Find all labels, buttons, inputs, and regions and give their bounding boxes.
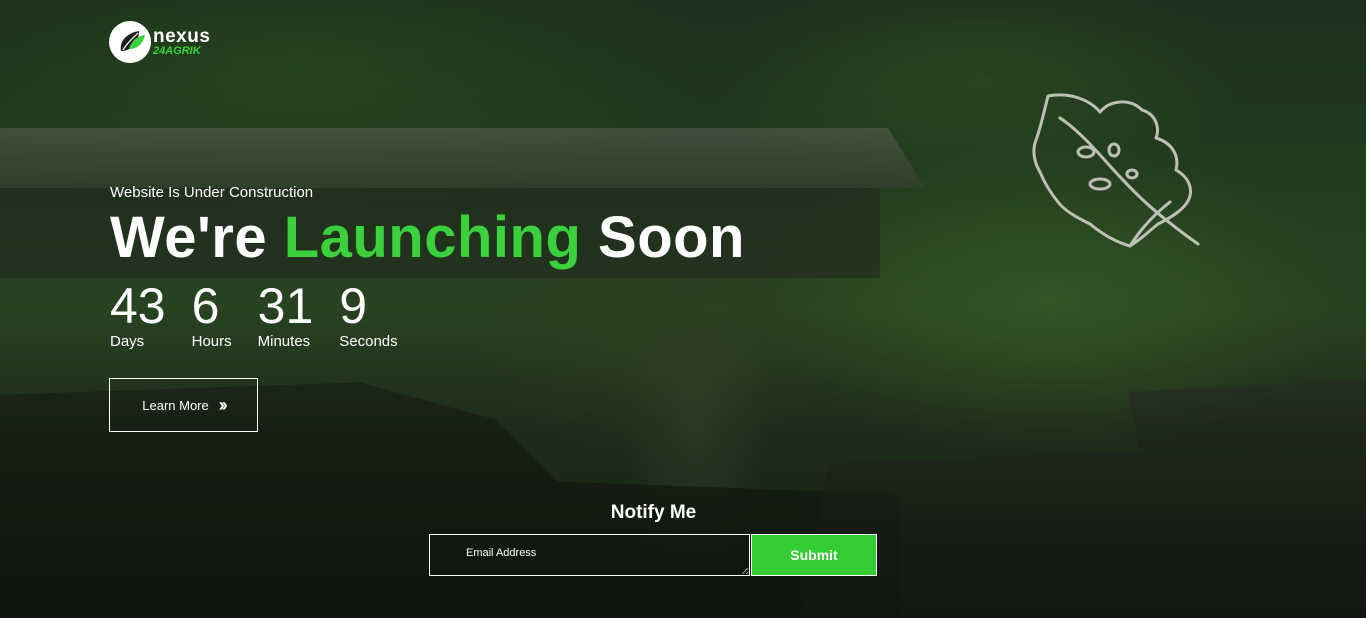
countdown-hours-label: Hours — [191, 333, 232, 350]
double-chevron-right-icon: ›› — [218, 394, 228, 415]
countdown-days-label: Days — [110, 333, 145, 350]
notify-title: Notify Me — [610, 502, 697, 523]
headline-part1: We're — [110, 205, 284, 270]
brand-name: nexus — [153, 26, 211, 47]
countdown-hours: 6 Hours — [192, 280, 232, 350]
brand-sub: 24AGRIK — [153, 45, 201, 57]
leaf-logo-icon — [109, 21, 151, 63]
email-field[interactable] — [429, 534, 750, 576]
countdown-timer: 43 Days 6 Hours 31 Minutes 9 Seconds — [110, 280, 424, 350]
tagline: Website Is Under Construction — [110, 184, 314, 201]
email-input[interactable] — [430, 535, 749, 575]
countdown-minutes: 31 Minutes — [258, 280, 314, 350]
monstera-leaf-outline-icon — [1032, 93, 1200, 248]
headline-accent: Launching — [283, 205, 582, 270]
countdown-seconds-label: Seconds — [339, 333, 398, 350]
countdown-hours-value: 6 — [191, 278, 220, 334]
headline-part2: Soon — [581, 205, 745, 270]
countdown-minutes-label: Minutes — [257, 333, 311, 350]
countdown-seconds: 9 Seconds — [339, 280, 397, 350]
submit-button[interactable]: Submit — [751, 534, 877, 576]
countdown-days: 43 Days — [110, 280, 166, 350]
brand-logo[interactable]: nexus 24AGRIK — [109, 20, 219, 64]
learn-more-button[interactable]: Learn More ›› — [109, 378, 258, 432]
countdown-days-value: 43 — [110, 278, 166, 334]
learn-more-label: Learn More — [142, 397, 209, 413]
page-headline: We're Launching Soon — [110, 206, 745, 270]
countdown-minutes-value: 31 — [257, 278, 314, 334]
countdown-seconds-value: 9 — [339, 278, 368, 334]
